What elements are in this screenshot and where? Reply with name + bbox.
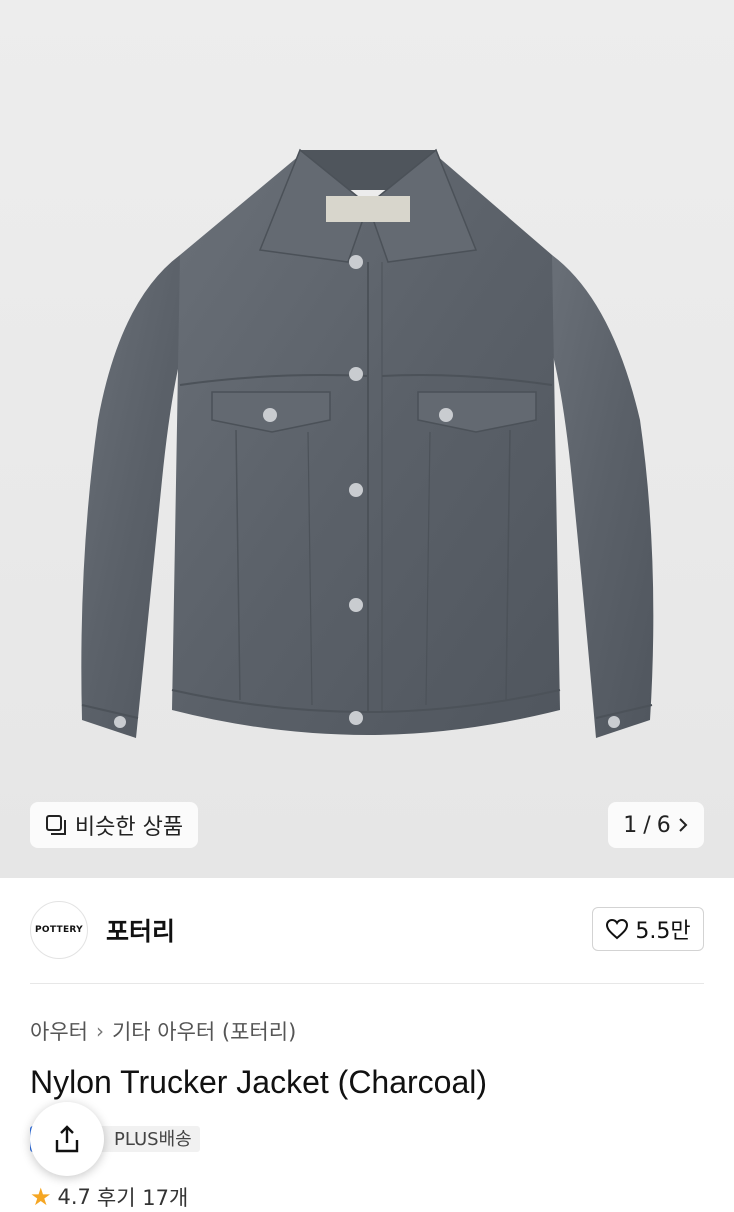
- product-image-gallery[interactable]: 비슷한 상품 1 / 6: [0, 0, 734, 878]
- similar-items-label: 비슷한 상품: [74, 815, 184, 840]
- brand-row: POTTERY 포터리 5.5만: [30, 898, 704, 964]
- rating-row[interactable]: ★ 4.7 후기 17개: [30, 1182, 188, 1212]
- image-counter-total: 6: [656, 812, 671, 838]
- chevron-right-icon: ›: [95, 1019, 104, 1043]
- review-count: 후기 17개: [96, 1186, 189, 1210]
- brand-logo-text: POTTERY: [35, 925, 83, 935]
- similar-items-button[interactable]: 비슷한 상품: [30, 802, 198, 848]
- product-image: [81, 148, 654, 738]
- breadcrumb-item-other-outer[interactable]: 기타 아우터 (포터리): [112, 1016, 296, 1046]
- heart-icon: [606, 918, 629, 940]
- share-icon: [55, 1125, 79, 1153]
- breadcrumb: 아우터 › 기타 아우터 (포터리): [30, 1016, 296, 1046]
- brand-logo[interactable]: POTTERY: [30, 901, 88, 959]
- chevron-right-icon: [678, 818, 688, 832]
- brand-like-button[interactable]: 5.5만: [592, 907, 704, 951]
- image-counter-current: 1: [623, 812, 638, 838]
- share-button[interactable]: [30, 1102, 104, 1176]
- rating-value: 4.7: [57, 1185, 91, 1209]
- similar-items-icon: [45, 815, 66, 835]
- breadcrumb-item-outer[interactable]: 아우터: [30, 1016, 88, 1046]
- image-counter-sep: /: [643, 812, 651, 838]
- image-counter-button[interactable]: 1 / 6: [608, 802, 704, 848]
- divider: [30, 983, 704, 984]
- brand-name[interactable]: 포터리: [106, 912, 175, 948]
- product-title: Nylon Trucker Jacket (Charcoal): [30, 1064, 488, 1100]
- brand-like-count: 5.5만: [635, 919, 691, 944]
- star-icon: ★: [30, 1183, 52, 1211]
